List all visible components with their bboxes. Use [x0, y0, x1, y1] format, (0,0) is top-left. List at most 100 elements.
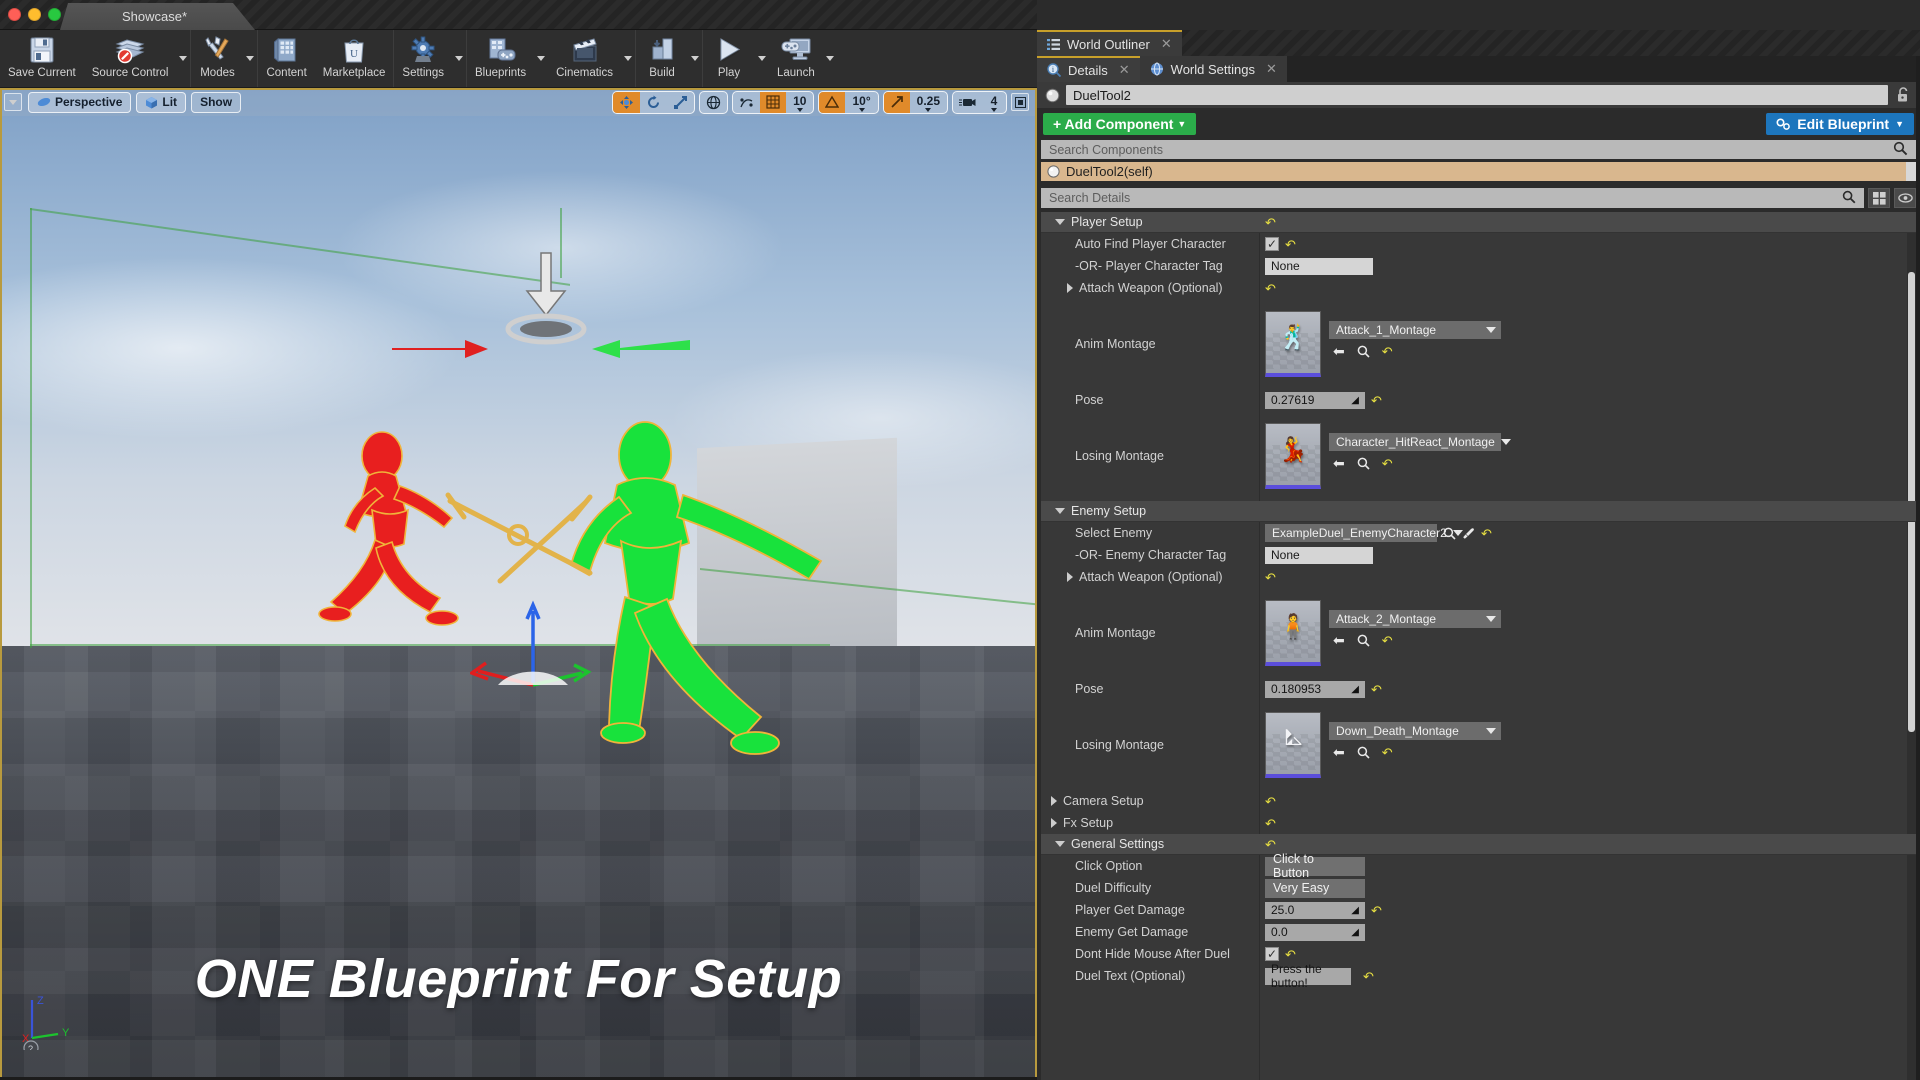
actor-name-input[interactable]: DuelTool2	[1066, 85, 1888, 105]
reset-icon[interactable]: ↶	[1481, 527, 1492, 540]
use-selected-asset-icon[interactable]: ⬅	[1333, 744, 1345, 761]
launch-button[interactable]: Launch	[769, 30, 823, 87]
auto-find-player-character-checkbox[interactable]: ✓	[1265, 237, 1279, 251]
reset-icon[interactable]: ↶	[1382, 457, 1393, 470]
viewport-camera-mode-button[interactable]: Perspective	[28, 92, 131, 113]
eye-icon[interactable]	[1894, 188, 1916, 208]
reset-icon[interactable]: ↶	[1265, 795, 1276, 808]
angle-snap-value-button[interactable]: 10°	[845, 92, 877, 113]
chevron-right-icon[interactable]	[1067, 283, 1073, 293]
reset-icon[interactable]: ↶	[1382, 345, 1393, 358]
use-selected-asset-icon[interactable]: ⬅	[1333, 632, 1345, 649]
reset-icon[interactable]: ↶	[1285, 238, 1296, 251]
settings-dropdown[interactable]	[452, 30, 466, 87]
asset-thumbnail[interactable]: ⛡	[1265, 712, 1321, 778]
marketplace-button[interactable]: U Marketplace	[315, 30, 394, 87]
browse-asset-icon[interactable]	[1443, 527, 1456, 540]
modes-button[interactable]: Modes	[191, 30, 243, 87]
search-components-input[interactable]: Search Components	[1041, 140, 1916, 159]
enemy-losing-montage-combo[interactable]: Down_Death_Montage	[1329, 722, 1501, 740]
chevron-down-icon[interactable]	[1055, 508, 1065, 514]
blueprints-dropdown[interactable]	[534, 30, 548, 87]
launch-dropdown[interactable]	[823, 30, 837, 87]
reset-icon[interactable]: ↶	[1285, 948, 1296, 961]
close-icon[interactable]: ✕	[1161, 36, 1172, 52]
player-anim-montage-combo[interactable]: Attack_1_Montage	[1329, 321, 1501, 339]
reset-icon[interactable]: ↶	[1265, 216, 1276, 229]
grid-view-icon[interactable]	[1868, 188, 1890, 208]
level-viewport[interactable]: ONE Blueprint For Setup Z Y X ? Perspect…	[0, 88, 1037, 1080]
reset-icon[interactable]: ↶	[1363, 970, 1374, 983]
eyedropper-icon[interactable]	[1462, 527, 1475, 540]
reset-icon[interactable]: ↶	[1265, 571, 1276, 584]
tab-details[interactable]: i Details ✕	[1037, 56, 1140, 82]
asset-thumbnail[interactable]: 🕺	[1265, 311, 1321, 377]
save-current-button[interactable]: Save Current	[0, 30, 84, 87]
settings-button[interactable]: Settings	[394, 30, 452, 87]
project-tab[interactable]: Showcase*	[60, 3, 255, 30]
reset-icon[interactable]: ↶	[1371, 904, 1382, 917]
grid-snap-icon[interactable]	[760, 92, 786, 113]
scale-gizmo-icon[interactable]	[667, 92, 694, 113]
tab-world-outliner[interactable]: World Outliner ✕	[1037, 30, 1182, 56]
spinner-icon[interactable]: ◢	[1351, 905, 1359, 916]
reset-icon[interactable]: ↶	[1265, 282, 1276, 295]
player-get-damage-input[interactable]: 25.0 ◢	[1265, 902, 1365, 919]
surface-snap-icon[interactable]	[733, 92, 760, 113]
enemy-anim-montage-combo[interactable]: Attack_2_Montage	[1329, 610, 1501, 628]
tab-world-settings[interactable]: World Settings ✕	[1140, 56, 1287, 82]
move-gizmo-icon[interactable]	[613, 92, 640, 113]
enemy-pose-input[interactable]: 0.180953 ◢	[1265, 681, 1365, 698]
category-enemy-setup[interactable]: Enemy Setup	[1041, 501, 1916, 522]
modes-dropdown[interactable]	[243, 30, 257, 87]
browse-asset-icon[interactable]	[1357, 634, 1370, 647]
browse-asset-icon[interactable]	[1357, 345, 1370, 358]
window-controls[interactable]	[8, 8, 61, 21]
duel-text-input[interactable]: Press the button!	[1265, 968, 1351, 985]
play-button[interactable]: Play	[703, 30, 755, 87]
camera-speed-icon[interactable]	[953, 92, 982, 113]
lock-icon[interactable]	[1894, 86, 1912, 104]
chevron-right-icon[interactable]	[1067, 572, 1073, 582]
player-pose-input[interactable]: 0.27619 ◢	[1265, 392, 1365, 409]
play-dropdown[interactable]	[755, 30, 769, 87]
details-property-tree[interactable]: Player Setup ↶ Auto Find Player Characte…	[1041, 212, 1916, 1080]
source-control-dropdown[interactable]	[176, 30, 190, 87]
select-enemy-combo[interactable]: ExampleDuel_EnemyCharacter2	[1265, 524, 1437, 542]
player-character-tag-input[interactable]: None	[1265, 258, 1373, 275]
close-icon[interactable]: ✕	[1266, 61, 1277, 77]
dont-hide-mouse-checkbox[interactable]: ✓	[1265, 947, 1279, 961]
source-control-button[interactable]: Source Control	[84, 30, 177, 87]
category-general-settings[interactable]: General Settings ↶	[1041, 834, 1916, 855]
build-dropdown[interactable]	[688, 30, 702, 87]
search-details-input[interactable]: Search Details	[1041, 188, 1864, 208]
click-option-combo[interactable]: Click to Button	[1265, 857, 1365, 876]
component-root-row[interactable]: DuelTool2(self)	[1041, 162, 1906, 181]
transform-gizmo[interactable]	[470, 593, 600, 703]
reset-icon[interactable]: ↶	[1382, 634, 1393, 647]
category-player-setup[interactable]: Player Setup ↶	[1041, 212, 1916, 233]
camera-speed-value-button[interactable]: 4	[982, 92, 1006, 113]
enemy-character-tag-input[interactable]: None	[1265, 547, 1373, 564]
build-button[interactable]: Build	[636, 30, 688, 87]
chevron-right-icon[interactable]	[1051, 818, 1057, 828]
chevron-right-icon[interactable]	[1051, 796, 1057, 806]
enemy-get-damage-input[interactable]: 0.0 ◢	[1265, 924, 1365, 941]
reset-icon[interactable]: ↶	[1382, 746, 1393, 759]
angle-snap-icon[interactable]	[819, 92, 845, 113]
player-losing-montage-combo[interactable]: Character_HitReact_Montage	[1329, 433, 1501, 451]
viewport-show-menu-button[interactable]: Show	[191, 92, 241, 113]
globe-icon[interactable]	[700, 92, 727, 113]
browse-asset-icon[interactable]	[1357, 457, 1370, 470]
maximize-window-button[interactable]	[48, 8, 61, 21]
blueprints-button[interactable]: Blueprints	[467, 30, 534, 87]
spinner-icon[interactable]: ◢	[1351, 395, 1359, 406]
asset-thumbnail[interactable]: 💃	[1265, 423, 1321, 489]
category-camera-setup[interactable]: Camera Setup ↶	[1041, 790, 1916, 812]
use-selected-asset-icon[interactable]: ⬅	[1333, 455, 1345, 472]
spinner-icon[interactable]: ◢	[1351, 927, 1359, 938]
minimize-window-button[interactable]	[28, 8, 41, 21]
reset-icon[interactable]: ↶	[1265, 838, 1276, 851]
spinner-icon[interactable]: ◢	[1351, 684, 1359, 695]
cinematics-button[interactable]: Cinematics	[548, 30, 621, 87]
